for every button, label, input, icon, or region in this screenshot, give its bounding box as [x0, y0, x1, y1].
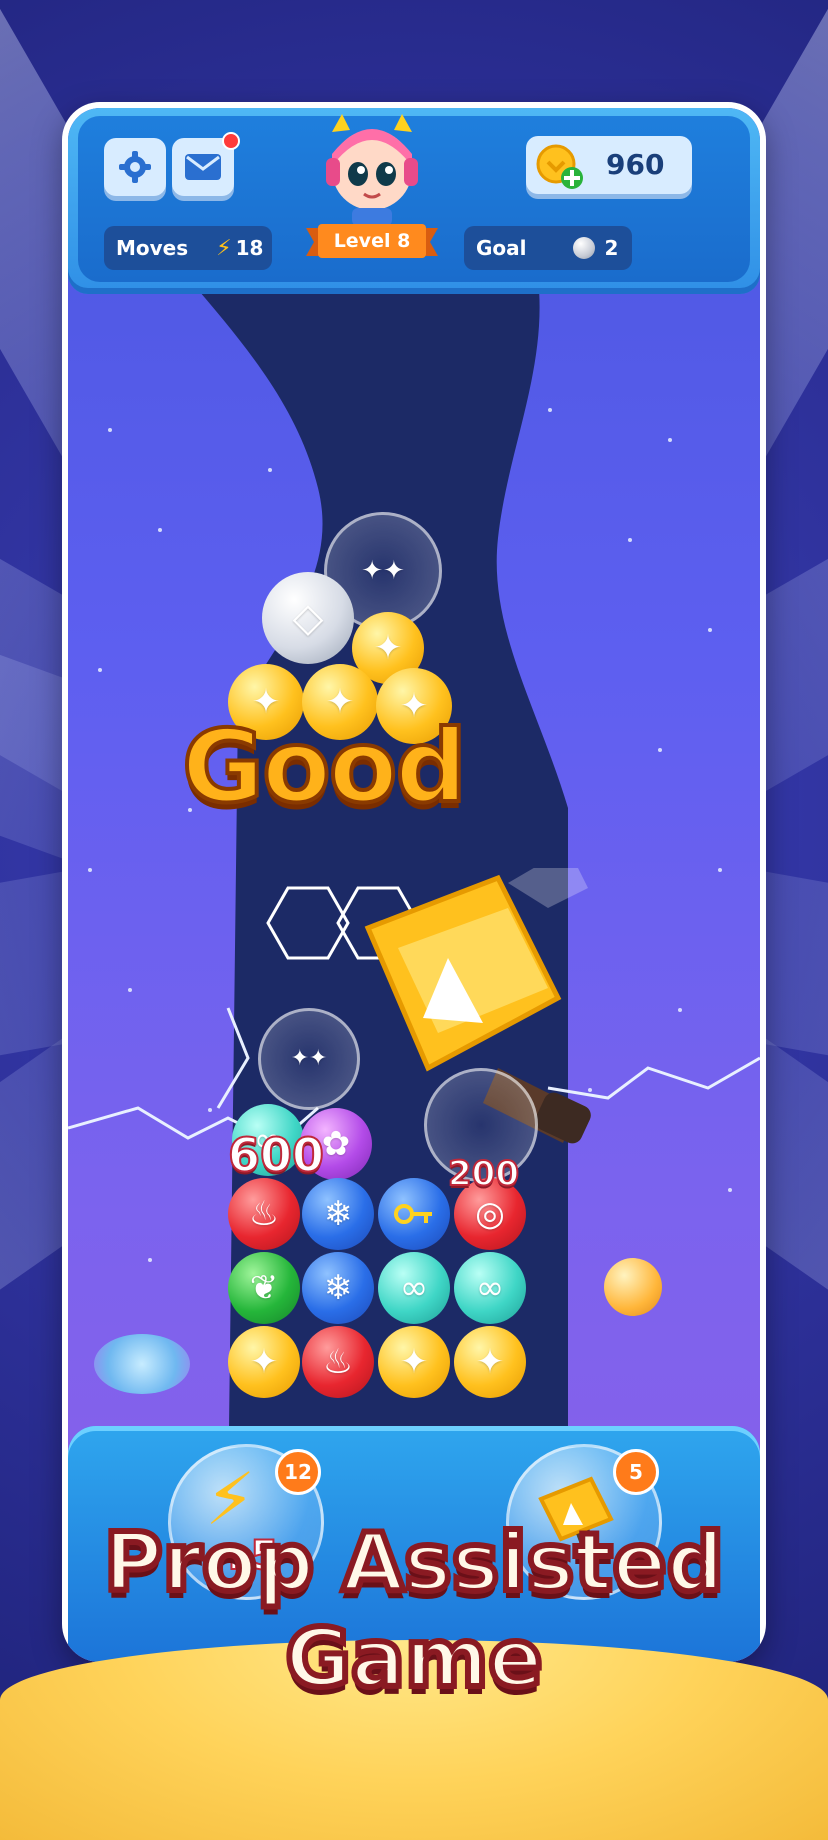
- key-bubble[interactable]: [378, 1178, 450, 1250]
- top-hud: Moves ⚡ 18 Level 8 960 Goal 2: [68, 108, 760, 294]
- player-avatar[interactable]: [318, 114, 426, 226]
- goal-value: 2: [604, 236, 619, 260]
- moves-label: Moves: [116, 236, 189, 260]
- yellow-bubble[interactable]: ✦: [228, 1326, 300, 1398]
- red-bubble[interactable]: ♨: [302, 1326, 374, 1398]
- score-popup: 600: [227, 1127, 325, 1183]
- phone-frame: Moves ⚡ 18 Level 8 960 Goal 2 ✦✦ ◇ ✦ ✦ ✦…: [62, 102, 766, 1662]
- lightning-count-badge: 12: [275, 1449, 321, 1495]
- coin-icon: [536, 144, 583, 189]
- promo-title-line2: Game: [282, 1609, 545, 1708]
- game-screen: Moves ⚡ 18 Level 8 960 Goal 2 ✦✦ ◇ ✦ ✦ ✦…: [68, 108, 760, 1662]
- mail-icon: [185, 154, 221, 180]
- level-label: Level 8: [333, 230, 411, 252]
- coins-value: 960: [606, 148, 665, 181]
- red-bubble[interactable]: ♨: [228, 1178, 300, 1250]
- level-badge: Level 8: [306, 222, 438, 260]
- green-bubble[interactable]: ❦: [228, 1252, 300, 1324]
- goal-panel: Goal 2: [464, 226, 632, 270]
- blue-bubble[interactable]: ❄: [302, 1252, 374, 1324]
- teal-bubble[interactable]: ∞: [378, 1252, 450, 1324]
- yellow-bubble[interactable]: ✦: [454, 1326, 526, 1398]
- moves-value: 18: [235, 236, 264, 260]
- yellow-bubble[interactable]: ✦: [378, 1326, 450, 1398]
- mail-button[interactable]: [172, 132, 240, 196]
- teal-bubble[interactable]: ∞: [454, 1252, 526, 1324]
- planet-decoration: [604, 1258, 662, 1316]
- key-icon: [394, 1204, 432, 1224]
- goal-label: Goal: [476, 236, 527, 260]
- diamond-bubble[interactable]: ◇: [262, 572, 354, 664]
- planet-decoration: [94, 1334, 190, 1394]
- gear-icon: [119, 151, 151, 183]
- hammer-count-badge: 5: [613, 1449, 659, 1495]
- lightning-icon: ⚡: [216, 235, 232, 261]
- coins-panel[interactable]: 960: [526, 136, 692, 194]
- empty-bubble-slot: ✦✦: [258, 1008, 360, 1110]
- moves-panel: Moves ⚡ 18: [104, 226, 272, 270]
- blue-bubble[interactable]: ❄: [302, 1178, 374, 1250]
- promo-title-line1: Prop Assisted: [101, 1513, 727, 1612]
- notification-dot: [222, 132, 240, 150]
- settings-button[interactable]: [104, 138, 166, 196]
- diamond-icon: [572, 237, 595, 259]
- score-popup: 200: [447, 1153, 520, 1195]
- combo-text: Good: [180, 706, 469, 827]
